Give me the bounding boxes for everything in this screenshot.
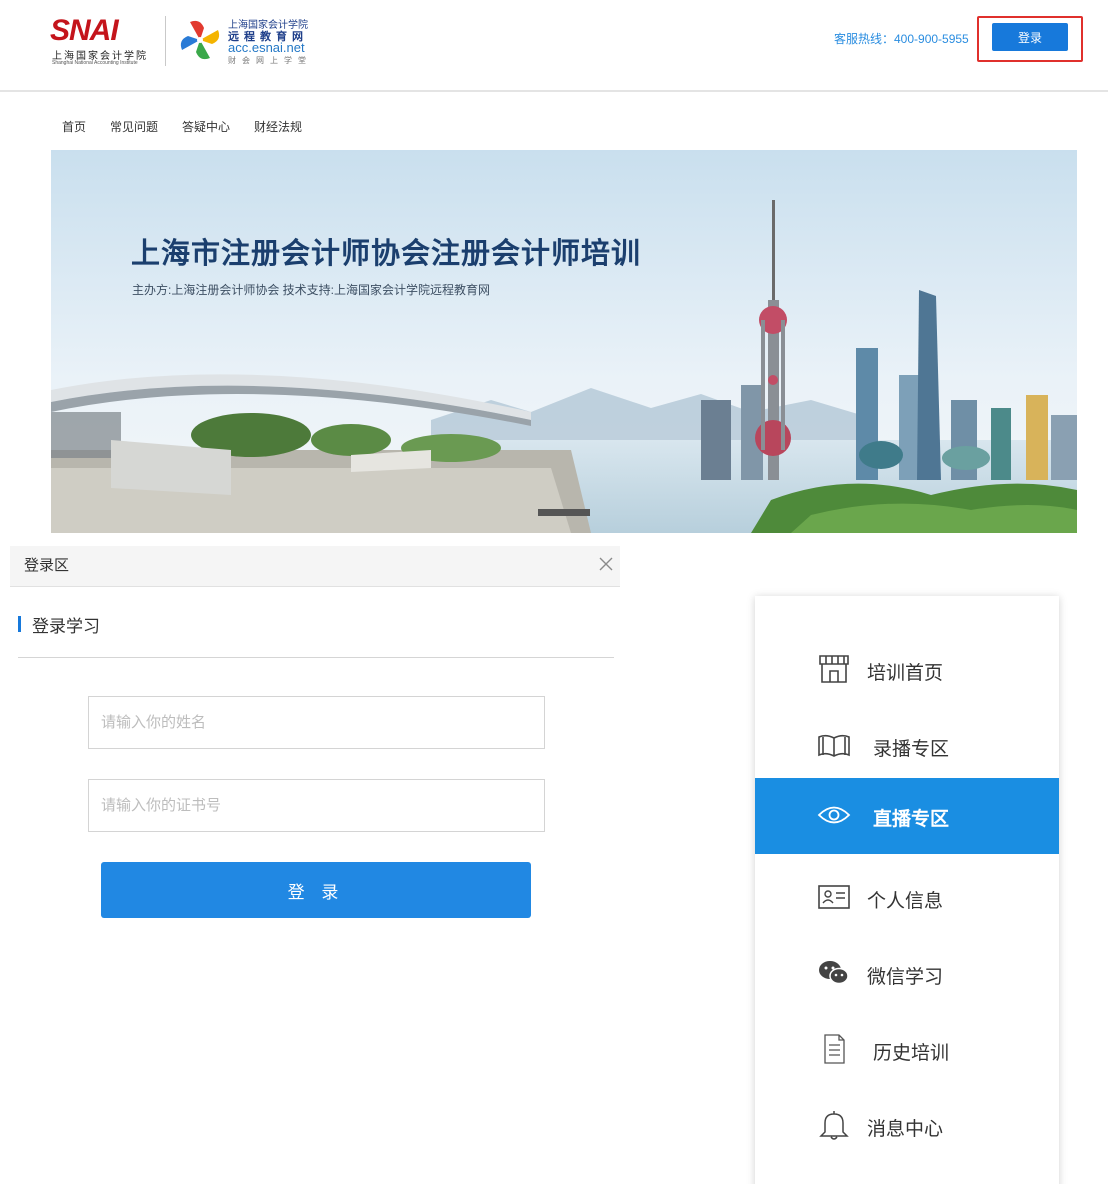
login-panel-header: 登录区 [10, 546, 620, 587]
close-icon[interactable] [595, 553, 617, 575]
menu-label: 培训首页 [867, 663, 944, 684]
name-input[interactable] [88, 696, 545, 749]
side-menu: 培训首页 录播专区 直播专区 个人信息 微信学习 历史培训 消息中心 [755, 596, 1059, 1184]
wechat-icon [819, 961, 849, 985]
id-card-icon [818, 885, 850, 909]
menu-label: 消息中心 [867, 1119, 944, 1140]
header-login-button[interactable]: 登录 [992, 23, 1068, 51]
snai-logo[interactable]: SNAI 上海国家会计学院 Shanghai National Accounti… [50, 14, 154, 66]
menu-item-messages[interactable]: 消息中心 [755, 1088, 1059, 1164]
book-icon [818, 734, 850, 757]
nav-item-faq[interactable]: 常见问题 [110, 118, 158, 135]
logo-divider [165, 16, 166, 66]
login-section-title: 登录学习 [32, 617, 100, 636]
menu-label: 微信学习 [867, 967, 944, 988]
menu-label: 录播专区 [873, 739, 950, 760]
menu-label: 直播专区 [873, 809, 950, 830]
banner-scenery [51, 150, 1077, 533]
eye-icon [817, 806, 851, 824]
pinwheel-icon [180, 20, 220, 60]
certificate-number-input[interactable] [88, 779, 545, 832]
nav-item-regulations[interactable]: 财经法规 [254, 118, 302, 135]
main-nav: 首页 常见问题 答疑中心 财经法规 [62, 118, 326, 135]
menu-item-wechat[interactable]: 微信学习 [755, 936, 1059, 1012]
bell-icon [819, 1111, 849, 1140]
login-panel: 登录区 登录学习 登 录 [10, 546, 620, 918]
shop-icon [819, 655, 849, 683]
snai-wordmark: SNAI [50, 14, 119, 47]
login-submit-button[interactable]: 登 录 [101, 862, 531, 918]
menu-item-training-home[interactable]: 培训首页 [755, 632, 1059, 708]
site-header: SNAI 上海国家会计学院 Shanghai National Accounti… [0, 0, 1108, 92]
banner-subtitle: 主办方:上海注册会计师协会 技术支持:上海国家会计学院远程教育网 [132, 283, 491, 297]
menu-item-live[interactable]: 直播专区 [755, 778, 1059, 854]
esnai-line4: 财会网上学堂 [228, 56, 312, 65]
section-accent-bar [18, 616, 21, 632]
snai-logo-en: Shanghai National Accounting Institute [52, 60, 138, 66]
esnai-line3: acc.esnai.net [228, 40, 305, 55]
menu-label: 个人信息 [867, 891, 944, 912]
nav-item-home[interactable]: 首页 [62, 118, 86, 135]
esnai-logo[interactable]: 上海国家会计学院 远程教育网 acc.esnai.net 财会网上学堂 [176, 12, 336, 72]
menu-label: 历史培训 [873, 1043, 950, 1064]
hero-banner[interactable]: 上海市注册会计师协会注册会计师培训 主办方:上海注册会计师协会 技术支持:上海国… [51, 150, 1077, 533]
hotline-text: 客服热线：400-900-5955 [834, 32, 969, 46]
banner-carousel-indicator[interactable] [538, 509, 590, 516]
document-icon [824, 1034, 845, 1064]
login-panel-title: 登录区 [24, 557, 70, 574]
nav-item-qa[interactable]: 答疑中心 [182, 118, 230, 135]
menu-item-personal-info[interactable]: 个人信息 [755, 860, 1059, 936]
menu-item-recorded[interactable]: 录播专区 [755, 708, 1059, 784]
banner-title: 上海市注册会计师协会注册会计师培训 [131, 236, 642, 270]
menu-item-history[interactable]: 历史培训 [755, 1012, 1059, 1088]
login-section-header: 登录学习 [18, 614, 614, 658]
